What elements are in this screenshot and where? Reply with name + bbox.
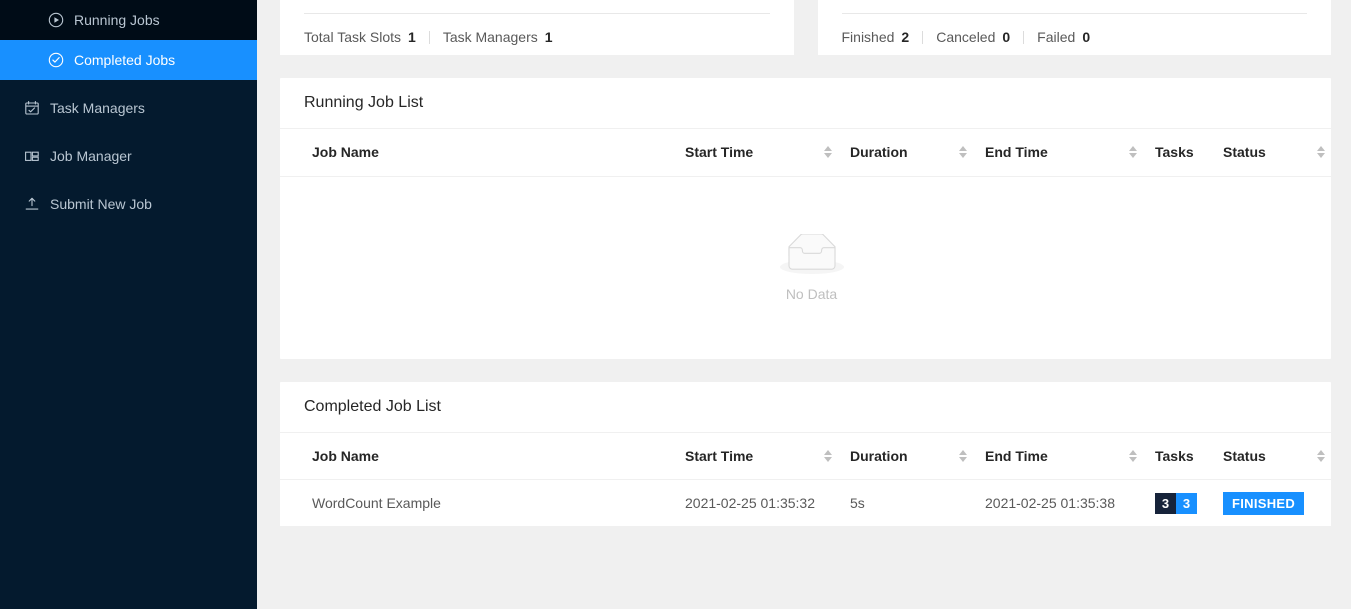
cell-job-name[interactable]: WordCount Example xyxy=(280,479,685,527)
flink-dashboard: Running Jobs Completed Jobs Task Manager… xyxy=(0,0,1351,609)
running-job-table: Job Name Start Time Duration End Time Ta… xyxy=(280,129,1343,359)
column-header-duration[interactable]: Duration xyxy=(850,129,985,177)
column-label: Duration xyxy=(850,144,908,161)
task-badge-finished: 3 xyxy=(1176,492,1197,514)
sidebar-item-job-manager[interactable]: Job Manager xyxy=(0,136,257,176)
sort-toggle-icon[interactable] xyxy=(822,449,834,462)
check-circle-icon xyxy=(48,52,64,68)
job-stats-card: Finished 2 Canceled 0 Failed 0 xyxy=(817,0,1331,55)
schedule-icon xyxy=(24,100,40,116)
stat-label: Finished xyxy=(841,29,895,45)
stat-label: Canceled xyxy=(936,29,996,45)
column-label: Status xyxy=(1223,447,1266,464)
sort-toggle-icon[interactable] xyxy=(1127,146,1139,159)
stat-finished: Finished 2 xyxy=(842,29,910,45)
column-label: Start Time xyxy=(685,447,754,464)
sidebar-item-task-managers[interactable]: Task Managers xyxy=(0,88,257,128)
play-circle-icon xyxy=(48,12,64,28)
column-header-start-time[interactable]: Start Time xyxy=(685,432,850,480)
cell-end-time: 2021-02-25 01:35:38 xyxy=(985,479,1155,527)
sidebar-item-running-jobs[interactable]: Running Jobs xyxy=(0,0,257,40)
table-row[interactable]: WordCount Example 2021-02-25 01:35:32 5s… xyxy=(280,479,1343,527)
column-label: Job Name xyxy=(312,144,379,161)
sort-toggle-icon[interactable] xyxy=(957,449,969,462)
sidebar-item-label: Job Manager xyxy=(50,148,132,164)
column-header-status[interactable]: Status xyxy=(1223,129,1343,177)
summary-stats-row: Total Task Slots 1 Task Managers 1 Finis… xyxy=(280,0,1331,55)
stat-canceled: Canceled 0 xyxy=(936,29,1010,45)
running-job-list-card: Running Job List Job Name Start Time Dur… xyxy=(280,78,1343,359)
stat-label: Task Managers xyxy=(442,29,538,45)
stat-label: Failed xyxy=(1037,29,1076,45)
table-header-row: Job Name Start Time Duration End Time Ta… xyxy=(280,432,1343,480)
column-header-status[interactable]: Status xyxy=(1223,432,1343,480)
column-header-end-time[interactable]: End Time xyxy=(985,432,1155,480)
column-header-job-name[interactable]: Job Name xyxy=(280,432,685,480)
sidebar-item-label: Submit New Job xyxy=(50,196,152,212)
sort-toggle-icon[interactable] xyxy=(1315,146,1327,159)
stat-value: 1 xyxy=(544,29,553,45)
sidebar-item-label: Completed Jobs xyxy=(74,52,176,68)
cell-tasks: 3 3 xyxy=(1155,479,1223,527)
divider xyxy=(922,30,924,44)
stat-failed: Failed 0 xyxy=(1037,29,1090,45)
sort-toggle-icon[interactable] xyxy=(957,146,969,159)
sidebar-item-label: Task Managers xyxy=(50,100,145,116)
table-empty-row: No Data xyxy=(280,176,1343,359)
divider xyxy=(304,13,770,14)
cell-start-time: 2021-02-25 01:35:32 xyxy=(685,479,850,527)
column-header-end-time[interactable]: End Time xyxy=(985,129,1155,177)
column-header-tasks[interactable]: Tasks xyxy=(1155,129,1223,177)
stat-total-task-slots: Total Task Slots 1 xyxy=(304,29,416,45)
sidebar-item-completed-jobs[interactable]: Completed Jobs xyxy=(0,40,257,80)
column-label: Status xyxy=(1223,144,1266,161)
task-badge-total: 3 xyxy=(1155,492,1176,514)
stat-value: 0 xyxy=(1002,29,1011,45)
column-label: Tasks xyxy=(1155,447,1194,464)
cluster-stats-card: Total Task Slots 1 Task Managers 1 xyxy=(280,0,794,55)
empty-state: No Data xyxy=(280,177,1343,359)
sort-toggle-icon[interactable] xyxy=(1127,449,1139,462)
divider xyxy=(428,30,430,44)
stat-task-managers: Task Managers 1 xyxy=(443,29,553,45)
stat-label: Total Task Slots xyxy=(304,29,402,45)
completed-job-list-title: Completed Job List xyxy=(280,382,1331,433)
stat-value: 2 xyxy=(901,29,910,45)
completed-job-table: Job Name Start Time Duration End Time Ta… xyxy=(280,432,1343,527)
column-header-duration[interactable]: Duration xyxy=(850,432,985,480)
empty-state-text: No Data xyxy=(785,285,838,302)
dashboard-icon xyxy=(24,148,40,164)
completed-job-list-card: Completed Job List Job Name Start Time D… xyxy=(280,381,1343,527)
sidebar-item-submit-new-job[interactable]: Submit New Job xyxy=(0,184,257,224)
column-label: End Time xyxy=(985,144,1048,161)
cell-status: FINISHED xyxy=(1223,479,1343,527)
sidebar-item-label: Running Jobs xyxy=(74,12,160,28)
sidebar-submenu-jobs: Running Jobs Completed Jobs xyxy=(0,0,257,80)
column-label: End Time xyxy=(985,447,1048,464)
empty-box-icon xyxy=(779,232,844,278)
sort-toggle-icon[interactable] xyxy=(1315,449,1327,462)
stat-value: 0 xyxy=(1082,29,1091,45)
column-label: Duration xyxy=(850,447,908,464)
upload-icon xyxy=(24,196,40,212)
table-header-row: Job Name Start Time Duration End Time Ta… xyxy=(280,129,1343,177)
sidebar: Running Jobs Completed Jobs Task Manager… xyxy=(0,0,257,609)
sort-toggle-icon[interactable] xyxy=(822,146,834,159)
stat-value: 1 xyxy=(408,29,416,45)
column-header-start-time[interactable]: Start Time xyxy=(685,129,850,177)
cluster-stats: Total Task Slots 1 Task Managers 1 xyxy=(304,29,553,45)
column-label: Start Time xyxy=(685,144,754,161)
column-label: Job Name xyxy=(312,447,379,464)
main-content: Total Task Slots 1 Task Managers 1 Finis… xyxy=(257,0,1351,609)
divider xyxy=(841,13,1307,14)
divider xyxy=(1023,30,1025,44)
job-stats: Finished 2 Canceled 0 Failed 0 xyxy=(842,29,1091,45)
column-label: Tasks xyxy=(1155,144,1194,161)
status-badge: FINISHED xyxy=(1223,491,1305,515)
running-job-list-title: Running Job List xyxy=(280,78,1331,129)
column-header-tasks[interactable]: Tasks xyxy=(1155,432,1223,480)
cell-duration: 5s xyxy=(850,479,985,527)
column-header-job-name[interactable]: Job Name xyxy=(280,129,685,177)
